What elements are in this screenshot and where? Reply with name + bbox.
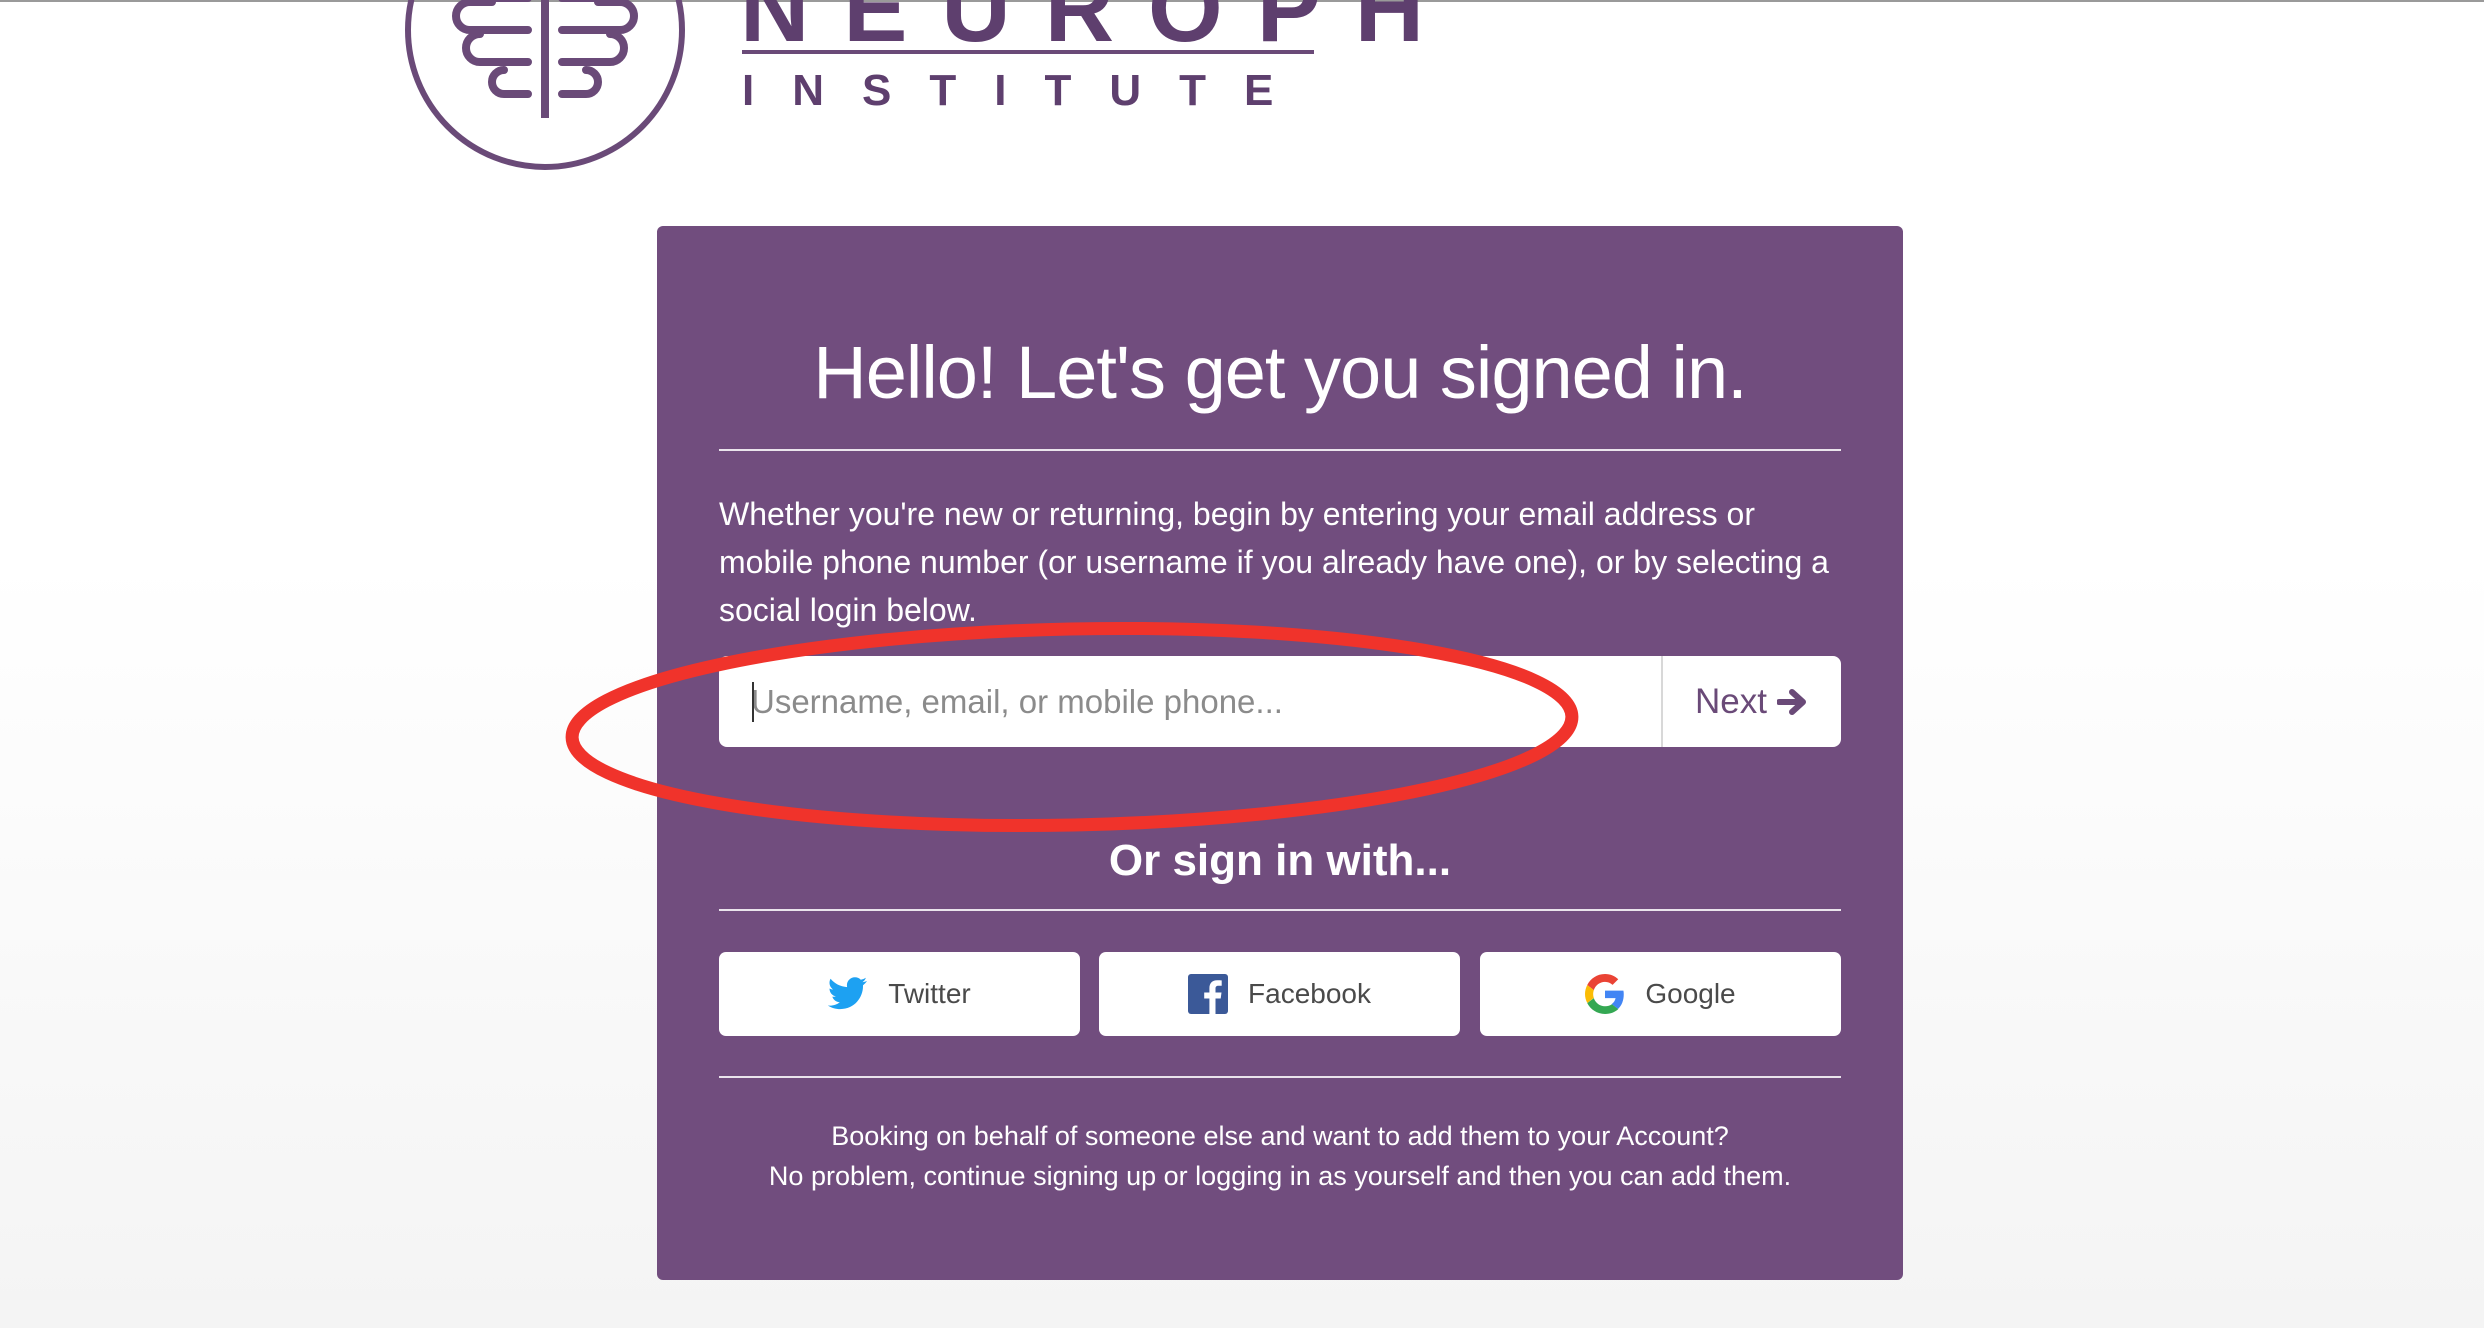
arrow-right-icon xyxy=(1776,688,1806,715)
footer-line-1: Booking on behalf of someone else and wa… xyxy=(831,1121,1729,1151)
twitter-icon xyxy=(828,977,868,1010)
login-input-group: Next xyxy=(719,656,1841,747)
twitter-button[interactable]: Twitter xyxy=(719,952,1080,1036)
sign-in-card: Hello! Let's get you signed in. Whether … xyxy=(657,226,1903,1280)
alt-sign-in-heading: Or sign in with... xyxy=(1108,836,1452,885)
facebook-icon xyxy=(1188,974,1229,1014)
footer-line-2: No problem, continue signing up or loggi… xyxy=(768,1161,1792,1191)
logo-subtitle: INSTITUTE xyxy=(742,66,1312,115)
next-button-label: Next xyxy=(1695,681,1767,721)
intro-text: Whether you're new or returning, begin b… xyxy=(719,496,1829,628)
heading-divider xyxy=(719,449,1841,451)
page-title: Hello! Let's get you signed in. xyxy=(813,331,1747,414)
brain-spine-logo-icon xyxy=(405,0,685,170)
social-divider-top xyxy=(719,909,1841,911)
logo-wordmark: NEUROPH xyxy=(740,0,1459,62)
next-button[interactable]: Next xyxy=(1661,656,1841,747)
google-button-label: Google xyxy=(1645,978,1736,1009)
facebook-button[interactable]: Facebook xyxy=(1099,952,1460,1036)
twitter-button-label: Twitter xyxy=(888,978,971,1009)
login-input[interactable] xyxy=(719,656,1661,747)
logo-divider xyxy=(742,50,1314,54)
google-icon xyxy=(1585,974,1625,1014)
google-button[interactable]: Google xyxy=(1480,952,1841,1036)
facebook-button-label: Facebook xyxy=(1248,978,1371,1009)
text-caret xyxy=(752,682,754,722)
footer-divider xyxy=(719,1076,1841,1078)
footer-note: Booking on behalf of someone else and wa… xyxy=(657,1116,1903,1196)
